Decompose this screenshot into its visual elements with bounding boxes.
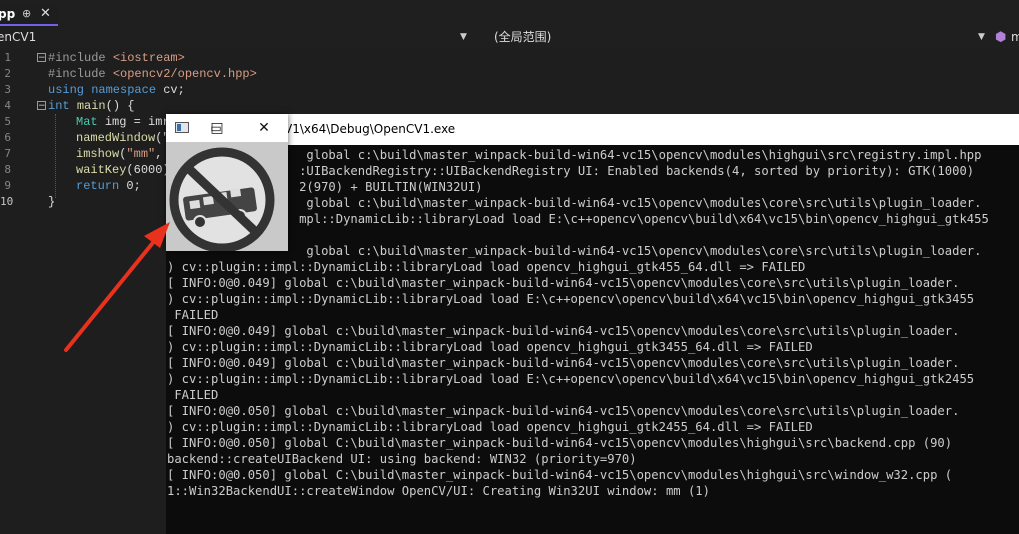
code-token: return (76, 179, 127, 193)
line-number: 9 (4, 179, 11, 192)
console-line: global c:\build\master_winpack-build-win… (167, 244, 982, 258)
scope-dropdown[interactable]: (全局范围) ▼ (494, 27, 988, 48)
code-token: () { (105, 99, 135, 113)
code-line: Mat img = imr (76, 114, 170, 130)
close-tab-icon[interactable]: ✕ (40, 4, 51, 24)
document-tab[interactable]: pp ⊕ ✕ (0, 4, 58, 26)
indent-guide (55, 114, 56, 198)
line-number: 2 (4, 67, 11, 80)
code-token: waitKey (76, 163, 127, 177)
code-token: namedWindow (76, 131, 156, 145)
project-dropdown[interactable]: enCV1 ▼ (0, 27, 470, 48)
tab-title: pp (0, 7, 16, 21)
console-line: [ INFO:0@0.050] global C:\build\master_w… (167, 468, 953, 482)
image-display (166, 142, 288, 253)
console-line: ) cv::plugin::impl::DynamicLib::libraryL… (167, 340, 813, 354)
code-token: int (48, 99, 77, 113)
line-number: 10 (0, 195, 14, 208)
code-token: <iostream> (112, 51, 185, 65)
console-titlebar[interactable]: V1\x64\Debug\OpenCV1.exe (166, 114, 1019, 145)
line-number: 7 (4, 147, 11, 160)
code-token: 0; (126, 179, 141, 193)
console-line: ) cv::plugin::impl::DynamicLib::libraryL… (167, 420, 813, 434)
console-line: FAILED (167, 388, 219, 402)
image-window-titlebar[interactable]: ▭ □ ✕ (166, 114, 288, 142)
console-line: [ INFO:0@0.050] global C:\build\master_w… (167, 436, 953, 450)
console-output: global c:\build\master_winpack-build-win… (166, 145, 1019, 534)
close-icon[interactable]: ✕ (254, 114, 274, 142)
console-line: FAILED (167, 308, 219, 322)
chevron-down-icon: ▼ (460, 32, 467, 42)
code-token: Mat (76, 115, 105, 129)
code-token: imshow (76, 147, 120, 161)
code-line: } (48, 194, 55, 210)
console-line: [ INFO:0@0.049] global c:\build\master_w… (167, 276, 960, 290)
project-label: enCV1 (0, 30, 37, 44)
line-number: 5 (4, 115, 11, 128)
member-dropdown[interactable]: m (1011, 27, 1019, 48)
console-line: [ INFO:0@0.049] global c:\build\master_w… (167, 356, 960, 370)
line-number: 4 (4, 99, 11, 112)
console-line: mpl::DynamicLib::libraryLoad load E:\c++… (167, 212, 989, 226)
code-token: "mm" (126, 147, 156, 161)
code-token: #include (48, 67, 113, 81)
console-line: global c:\build\master_winpack-build-win… (167, 196, 982, 210)
scope-label: (全局范围) (494, 30, 552, 44)
code-line: return 0; (76, 178, 141, 194)
member-cube-icon: ⬢ (995, 30, 1007, 45)
code-token: using namespace (48, 83, 164, 97)
code-line: #include <iostream> (48, 50, 185, 66)
console-window[interactable]: V1\x64\Debug\OpenCV1.exe global c:\build… (166, 114, 1019, 534)
code-line: imshow("mm", (76, 146, 162, 162)
code-token: img = imr (104, 115, 170, 129)
console-line: :UIBackendRegistry::UIBackendRegistry UI… (167, 164, 975, 178)
code-token: #include (48, 51, 113, 65)
console-line: [ INFO:0@0.049] global c:\build\master_w… (167, 324, 960, 338)
line-number: 6 (4, 131, 11, 144)
code-line: #include <opencv2/opencv.hpp> (48, 66, 257, 82)
no-bus-sign-image (166, 142, 288, 253)
console-line: backend::createUIBackend UI: using backe… (167, 452, 637, 466)
line-number: 1 (4, 51, 11, 64)
code-line: namedWindow(" (76, 130, 170, 146)
pin-icon[interactable]: ⊕ (22, 4, 31, 24)
maximize-icon[interactable]: □ (207, 114, 227, 142)
console-line: 1::Win32BackendUI::createWindow OpenCV/U… (167, 484, 710, 498)
image-window[interactable]: ▭ □ ✕ (166, 114, 288, 253)
code-line: using namespace cv; (48, 82, 185, 98)
code-token: , (155, 147, 163, 161)
code-token: } (48, 195, 56, 209)
code-line: int main() { (48, 98, 134, 114)
line-number: 8 (4, 163, 11, 176)
code-line: waitKey(6000) (76, 162, 170, 178)
console-line: [ INFO:0@0.050] global c:\build\master_w… (167, 404, 960, 418)
navigation-bar: enCV1 ▼ (全局范围) ▼ ⬢ m (0, 27, 1019, 49)
console-line: ) cv::plugin::impl::DynamicLib::libraryL… (167, 260, 806, 274)
fold-toggle-icon[interactable]: − (37, 101, 46, 111)
fold-toggle-icon[interactable]: − (37, 53, 46, 63)
console-line: global c:\build\master_winpack-build-win… (167, 148, 982, 162)
document-tab-bar: pp ⊕ ✕ (0, 0, 1019, 26)
code-token: main (76, 99, 106, 113)
console-line: ) cv::plugin::impl::DynamicLib::libraryL… (167, 372, 975, 386)
console-title: V1\x64\Debug\OpenCV1.exe (284, 122, 456, 136)
window-app-icon (175, 122, 189, 133)
console-line: ) cv::plugin::impl::DynamicLib::libraryL… (167, 292, 975, 306)
code-token: (6000) (126, 163, 170, 177)
chevron-down-icon: ▼ (978, 32, 985, 42)
code-token: <opencv2/opencv.hpp> (112, 67, 257, 81)
code-token: cv; (163, 83, 185, 97)
line-number: 3 (4, 83, 11, 96)
